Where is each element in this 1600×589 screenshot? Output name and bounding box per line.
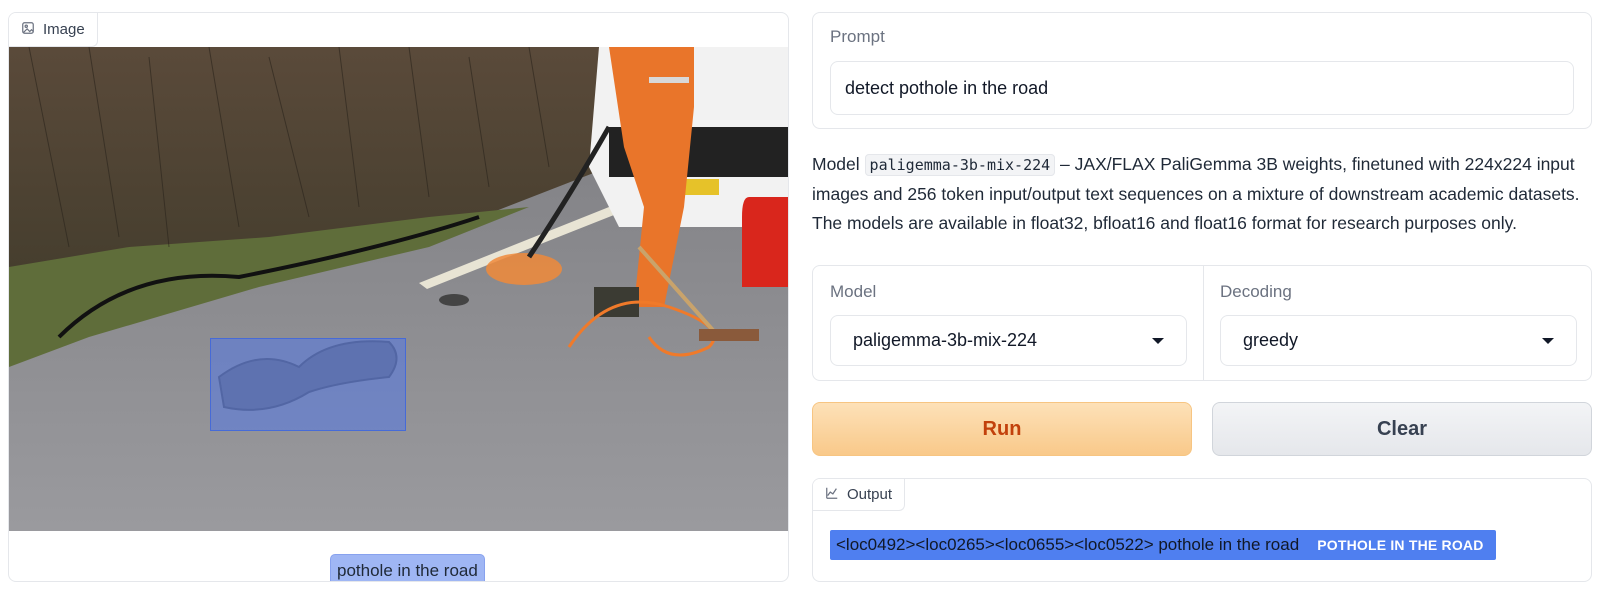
prompt-label: Prompt [830, 27, 885, 46]
prompt-panel: Prompt [812, 12, 1592, 129]
prompt-input[interactable] [830, 61, 1574, 115]
chevron-down-icon [1152, 337, 1164, 344]
image-block-label: Image [9, 13, 98, 47]
chevron-down-icon [1542, 337, 1554, 344]
model-description: Model paligemma-3b-mix-224 – JAX/FLAX Pa… [812, 150, 1592, 238]
output-label-badge: POTHOLE IN THE ROAD [1317, 537, 1484, 553]
annotation-label-chip[interactable]: pothole in the road [330, 554, 485, 581]
model-dropdown[interactable]: paligemma-3b-mix-224 [830, 315, 1187, 366]
decoding-label: Decoding [1220, 282, 1292, 301]
model-label: Model [830, 282, 877, 301]
description-prefix: Model [812, 154, 860, 174]
output-block-label: Output [813, 479, 906, 511]
decoding-dropdown-value: greedy [1243, 330, 1299, 350]
image-block-title: Image [43, 21, 85, 38]
output-panel: Output <loc0492><loc0265><loc0655><loc05… [812, 478, 1592, 582]
settings-divider [1203, 266, 1204, 380]
decoding-dropdown[interactable]: greedy [1220, 315, 1577, 366]
settings-panel: Model paligemma-3b-mix-224 Decoding gree… [812, 265, 1592, 381]
output-text: <loc0492><loc0265><loc0655><loc0522> pot… [836, 535, 1300, 554]
model-code: paligemma-3b-mix-224 [864, 154, 1056, 176]
clear-button[interactable]: Clear [1212, 402, 1592, 456]
run-button[interactable]: Run [812, 402, 1192, 456]
output-chart-icon [825, 486, 839, 504]
output-block-title: Output [847, 486, 893, 503]
image-panel: Image pothole in the road [8, 12, 789, 582]
road-photo [9, 47, 788, 531]
model-dropdown-value: paligemma-3b-mix-224 [853, 330, 1038, 350]
output-highlighted-text: <loc0492><loc0265><loc0655><loc0522> pot… [830, 530, 1496, 560]
image-icon [21, 21, 35, 39]
detection-bounding-box [210, 338, 406, 431]
